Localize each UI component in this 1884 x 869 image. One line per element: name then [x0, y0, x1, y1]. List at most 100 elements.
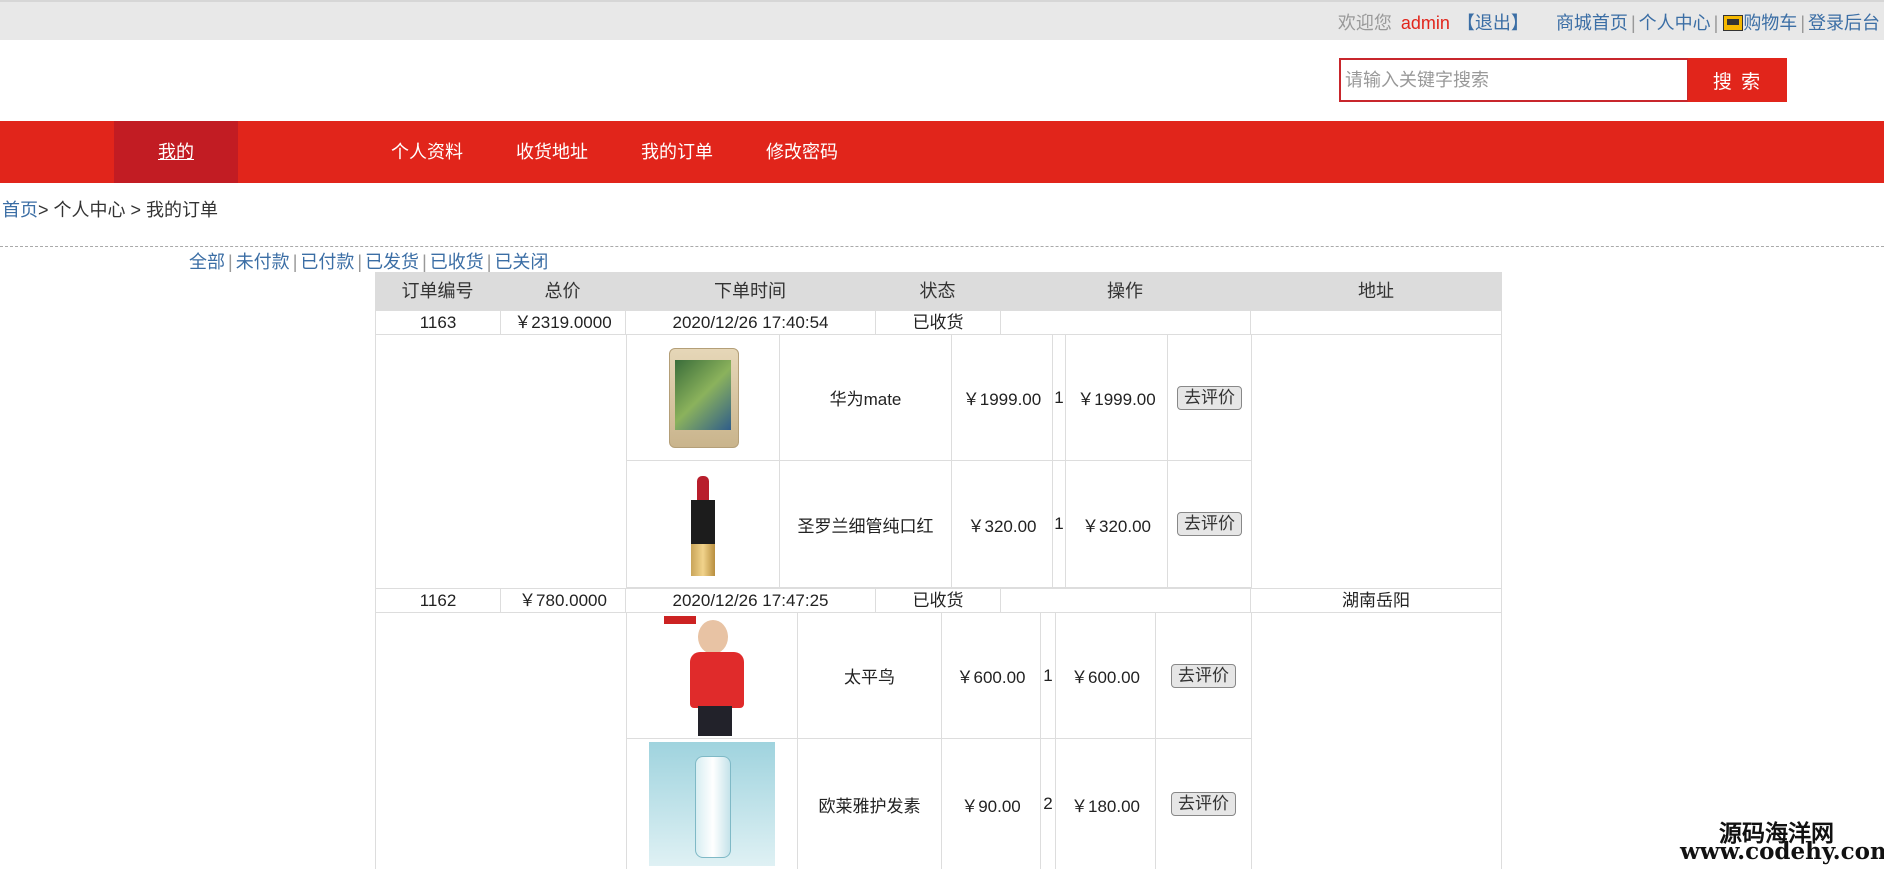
search-box: 搜 索 [1339, 58, 1787, 102]
order-items: 华为mate ￥1999.00 1 ￥1999.00 去评价 圣罗兰细管纯口红 … [626, 335, 1252, 588]
divider [0, 246, 1884, 247]
header-total: 总价 [544, 281, 581, 301]
filter-all[interactable]: 全部 [189, 252, 225, 272]
product-image-cell [627, 613, 798, 738]
breadcrumb-path: > 个人中心 > 我的订单 [38, 200, 219, 220]
header-action: 操作 [1107, 281, 1143, 301]
review-cell: 去评价 [1168, 461, 1251, 587]
product-qty: 1 [1041, 613, 1056, 738]
order-status: 已收货 [876, 311, 1001, 334]
order-total: ￥2319.0000 [501, 311, 626, 334]
separator: | [1713, 13, 1719, 33]
list-item: 欧莱雅护发素 ￥90.00 2 ￥180.00 去评价 [627, 739, 1251, 869]
header-status: 状态 [919, 281, 956, 301]
main-nav: 我的 个人资料 收货地址 我的订单 修改密码 [0, 121, 1884, 183]
order-address [1251, 311, 1501, 334]
product-subtotal: ￥1999.00 [1066, 335, 1168, 460]
order-items-block: 太平鸟 ￥600.00 1 ￥600.00 去评价 欧莱雅护发素 ￥90.00 … [375, 613, 1502, 869]
order-filters: 全部 | 未付款 | 已付款 | 已发货 | 已收货 | 已关闭 [189, 248, 548, 274]
product-subtotal: ￥600.00 [1056, 613, 1156, 738]
nav-item-address[interactable]: 收货地址 [516, 121, 588, 183]
search-button[interactable]: 搜 索 [1688, 58, 1787, 102]
watermark-url: www.codehy.com [1680, 838, 1884, 865]
order-time: 2020/12/26 17:40:54 [626, 311, 876, 334]
product-price: ￥1999.00 [952, 335, 1053, 460]
product-price: ￥600.00 [942, 613, 1041, 738]
separator: | [1800, 13, 1805, 33]
product-qty: 1 [1053, 461, 1066, 587]
review-cell: 去评价 [1156, 613, 1251, 738]
nav-item-password[interactable]: 修改密码 [766, 121, 838, 183]
header-order-time: 下单时间 [714, 281, 786, 301]
nav-item-orders[interactable]: 我的订单 [641, 121, 713, 183]
review-button[interactable]: 去评价 [1171, 792, 1236, 816]
product-name: 圣罗兰细管纯口红 [780, 461, 952, 587]
admin-login-link[interactable]: 登录后台 [1808, 9, 1880, 35]
order-id: 1163 [376, 311, 501, 334]
order-id: 1162 [376, 589, 501, 612]
order-time: 2020/12/26 17:47:25 [626, 589, 876, 612]
list-item: 太平鸟 ￥600.00 1 ￥600.00 去评价 [627, 613, 1251, 739]
product-qty: 2 [1041, 739, 1056, 869]
nav-item-profile[interactable]: 个人资料 [391, 121, 463, 183]
product-image-lipstick[interactable] [683, 472, 723, 576]
welcome-text: 欢迎您 [1337, 13, 1392, 33]
product-name: 华为mate [780, 335, 952, 460]
header-order-id: 订单编号 [401, 281, 474, 301]
review-cell: 去评价 [1168, 335, 1251, 460]
search-input[interactable] [1339, 58, 1689, 102]
separator: | [357, 252, 363, 272]
review-button[interactable]: 去评价 [1177, 512, 1242, 536]
order-action-cell [1001, 589, 1251, 612]
order-row: 1163 ￥2319.0000 2020/12/26 17:40:54 已收货 [375, 310, 1502, 335]
product-image-hair-conditioner[interactable] [649, 742, 775, 866]
breadcrumb: 首页> 个人中心 > 我的订单 [2, 196, 218, 222]
product-image-cell [627, 461, 780, 587]
separator: | [422, 252, 427, 272]
separator: | [1630, 13, 1636, 33]
filter-received[interactable]: 已收货 [430, 252, 484, 272]
table-header: 订单编号 总价 下单时间 状态 操作 地址 [375, 272, 1502, 310]
cart-link[interactable]: 购物车 [1743, 9, 1797, 35]
filter-closed[interactable]: 已关闭 [494, 252, 548, 272]
order-action-cell [1001, 311, 1251, 334]
order-items-block: 华为mate ￥1999.00 1 ￥1999.00 去评价 圣罗兰细管纯口红 … [375, 335, 1502, 588]
breadcrumb-home[interactable]: 首页 [2, 200, 38, 220]
product-qty: 1 [1053, 335, 1066, 460]
logout-link[interactable]: 【退出】 [1457, 9, 1529, 35]
filter-paid[interactable]: 已付款 [300, 252, 354, 272]
review-button[interactable]: 去评价 [1171, 663, 1236, 688]
product-price: ￥320.00 [952, 461, 1053, 587]
list-item: 圣罗兰细管纯口红 ￥320.00 1 ￥320.00 去评价 [627, 461, 1251, 588]
order-address: 湖南岳阳 [1342, 591, 1410, 610]
product-image-kids-clothing[interactable] [662, 613, 762, 738]
top-bar: 欢迎您 admin 【退出】 商城首页 | 个人中心 | 购物车 | 登录后台 [0, 0, 1884, 40]
order-row: 1162 ￥780.0000 2020/12/26 17:47:25 已收货 湖… [375, 588, 1502, 613]
username: admin [1400, 13, 1450, 33]
header-address: 地址 [1358, 281, 1394, 301]
mall-home-link[interactable]: 商城首页 [1556, 9, 1628, 35]
product-image-cell [627, 335, 780, 460]
product-image-cell [627, 739, 798, 869]
list-item: 华为mate ￥1999.00 1 ￥1999.00 去评价 [627, 335, 1251, 461]
product-subtotal: ￥320.00 [1066, 461, 1168, 587]
separator: | [228, 252, 233, 272]
filter-shipped[interactable]: 已发货 [365, 252, 419, 272]
product-name: 太平鸟 [798, 613, 942, 738]
product-name: 欧莱雅护发素 [798, 739, 942, 869]
order-total: ￥780.0000 [501, 589, 626, 612]
top-links: 欢迎您 admin 【退出】 商城首页 | 个人中心 | 购物车 | 登录后台 [1338, 9, 1880, 35]
product-subtotal: ￥180.00 [1056, 739, 1156, 869]
review-button[interactable]: 去评价 [1177, 385, 1242, 410]
review-cell: 去评价 [1156, 739, 1251, 869]
separator: | [486, 252, 492, 272]
order-status: 已收货 [876, 589, 1001, 612]
nav-mine[interactable]: 我的 [114, 121, 238, 183]
cart-icon[interactable] [1723, 15, 1744, 31]
separator: | [292, 252, 298, 272]
personal-center-link[interactable]: 个人中心 [1639, 9, 1711, 35]
product-image-phone[interactable] [661, 346, 745, 450]
product-price: ￥90.00 [942, 739, 1041, 869]
filter-unpaid[interactable]: 未付款 [236, 252, 290, 272]
order-items: 太平鸟 ￥600.00 1 ￥600.00 去评价 欧莱雅护发素 ￥90.00 … [626, 613, 1252, 869]
